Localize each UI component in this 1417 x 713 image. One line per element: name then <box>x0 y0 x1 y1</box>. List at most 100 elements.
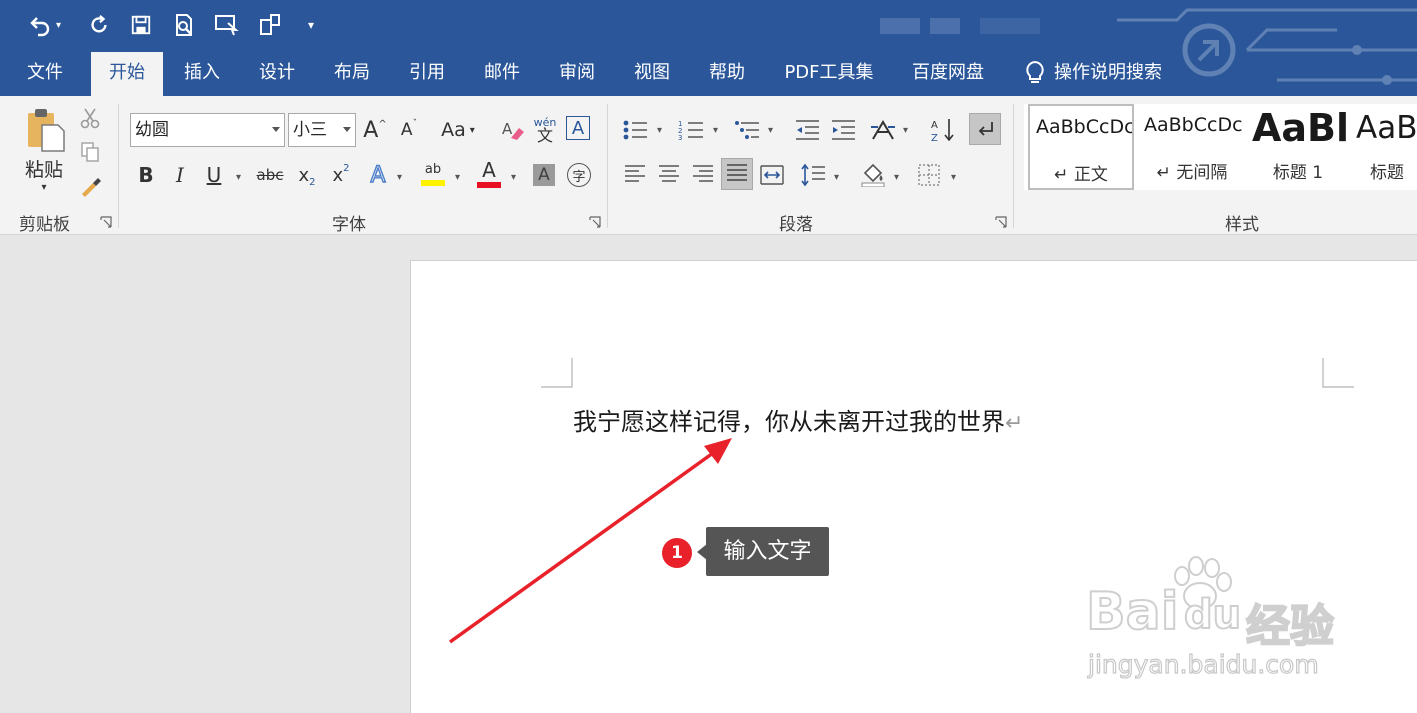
tab-home[interactable]: 开始 <box>91 52 163 96</box>
shading-button[interactable] <box>858 158 888 190</box>
lightbulb-icon <box>1026 60 1044 83</box>
character-shading-button[interactable]: A <box>533 164 555 186</box>
format-painter-button[interactable] <box>78 174 104 198</box>
chevron-down-icon[interactable]: ▾ <box>236 172 241 183</box>
chinese-layout-button[interactable] <box>868 115 898 145</box>
strikethrough-button[interactable]: abc <box>254 160 286 190</box>
chevron-down-icon[interactable]: ▾ <box>768 125 773 136</box>
highlight-color-swatch <box>421 179 445 186</box>
tab-file[interactable]: 文件 <box>14 52 76 96</box>
save-button[interactable] <box>130 10 152 40</box>
shrink-font-button[interactable]: Aˇ <box>396 115 422 145</box>
phonetic-guide-button[interactable]: wén 文 <box>532 113 558 147</box>
undo-dropdown-icon[interactable]: ▾ <box>56 20 61 31</box>
caret-down-icon: ˇ <box>412 119 418 129</box>
font-size-dropdown[interactable]: 小三 <box>288 113 356 147</box>
style-no-spacing[interactable]: AaBbCcDc ↵ 无间隔 <box>1138 104 1246 190</box>
align-center-button[interactable] <box>654 160 684 190</box>
italic-button[interactable]: I <box>168 160 192 190</box>
cut-button[interactable] <box>78 106 102 130</box>
clear-formatting-button[interactable]: A <box>500 115 526 145</box>
tab-pdf-tools[interactable]: PDF工具集 <box>776 52 882 96</box>
font-name-dropdown[interactable]: 幼圆 <box>130 113 285 147</box>
tab-review[interactable]: 审阅 <box>547 52 607 96</box>
subscript-button[interactable]: x2 <box>294 160 320 190</box>
blurred-title-3 <box>980 18 1040 34</box>
svg-text:A: A <box>931 120 938 131</box>
copy-button[interactable] <box>78 140 102 164</box>
chevron-down-icon[interactable]: ▾ <box>455 172 460 183</box>
distributed-button[interactable] <box>757 160 787 190</box>
shrink-font-icon: A <box>400 120 413 140</box>
chevron-down-icon[interactable]: ▾ <box>713 125 718 136</box>
clipboard-launcher-icon[interactable] <box>100 216 112 228</box>
borders-icon <box>918 164 940 186</box>
sort-button[interactable]: AZ <box>928 115 958 145</box>
increase-indent-button[interactable] <box>828 115 858 145</box>
align-right-icon <box>693 165 713 182</box>
undo-button[interactable]: ▾ <box>28 10 61 40</box>
redo-icon <box>91 15 107 33</box>
tab-references[interactable]: 引用 <box>397 52 457 96</box>
circuit-decoration <box>1117 8 1417 85</box>
chevron-down-icon[interactable]: ▾ <box>951 172 956 183</box>
customize-qat-icon[interactable]: ▾ <box>308 10 314 40</box>
clipboard-group-label: 剪贴板 <box>19 215 70 235</box>
change-case-button[interactable]: Aa ▾ <box>436 115 480 145</box>
line-spacing-button[interactable] <box>798 160 828 190</box>
align-left-button[interactable] <box>620 160 650 190</box>
font-launcher-icon[interactable] <box>589 216 601 228</box>
text-effects-button[interactable]: A <box>366 160 390 190</box>
enclose-characters-button[interactable]: 字 <box>567 163 591 187</box>
align-right-button[interactable] <box>688 160 718 190</box>
justify-button[interactable] <box>721 158 753 190</box>
chevron-down-icon[interactable]: ▾ <box>903 125 908 136</box>
paste-label: 粘贴 <box>24 159 63 181</box>
tab-help[interactable]: 帮助 <box>697 52 757 96</box>
tab-design[interactable]: 设计 <box>247 52 307 96</box>
style-heading-1[interactable]: AaBl 标题 1 <box>1248 104 1348 190</box>
print-preview-icon <box>176 14 192 36</box>
show-formatting-marks-button[interactable] <box>969 113 1001 145</box>
watermark-url: jingyan.baidu.com <box>1087 649 1319 679</box>
chevron-down-icon[interactable]: ▾ <box>511 172 516 183</box>
undo-icon <box>30 17 50 37</box>
italic-icon: I <box>176 163 184 187</box>
chevron-down-icon[interactable]: ▾ <box>397 172 402 183</box>
chevron-down-icon[interactable]: ▾ <box>834 172 839 183</box>
tab-baidu-netdisk[interactable]: 百度网盘 <box>904 52 992 96</box>
highlight-button[interactable]: ab <box>420 158 446 190</box>
numbering-icon: 123 <box>678 120 703 141</box>
redo-button[interactable] <box>88 10 110 40</box>
style-title[interactable]: AaB 标题 <box>1350 104 1417 190</box>
bullets-button[interactable] <box>620 115 650 145</box>
character-border-button[interactable]: A <box>566 116 590 140</box>
superscript-button[interactable]: x2 <box>328 160 354 190</box>
paste-button[interactable]: 粘贴 ▾ <box>18 104 70 196</box>
numbering-button[interactable]: 123 <box>676 115 706 145</box>
paragraph-launcher-icon[interactable] <box>995 216 1007 228</box>
strikethrough-icon: abc <box>256 166 284 184</box>
paste-dropdown-icon[interactable]: ▾ <box>41 182 46 193</box>
font-color-button[interactable]: A <box>476 158 502 190</box>
bold-button[interactable]: B <box>134 160 158 190</box>
decrease-indent-button[interactable] <box>792 115 822 145</box>
tab-mailings[interactable]: 邮件 <box>472 52 532 96</box>
scissors-icon <box>80 108 100 129</box>
borders-button[interactable] <box>914 160 944 190</box>
print-preview-button[interactable] <box>172 10 196 40</box>
grow-font-button[interactable]: A ^ <box>362 115 388 145</box>
tab-insert[interactable]: 插入 <box>172 52 232 96</box>
tab-view[interactable]: 视图 <box>622 52 682 96</box>
chevron-down-icon[interactable]: ▾ <box>894 172 899 183</box>
increase-indent-icon <box>832 120 855 140</box>
quick-access-extra-button[interactable] <box>258 10 284 40</box>
tab-layout[interactable]: 布局 <box>322 52 382 96</box>
touch-mode-button[interactable] <box>214 10 240 40</box>
justify-icon <box>727 164 747 181</box>
chevron-down-icon[interactable]: ▾ <box>657 125 662 136</box>
underline-button[interactable]: U <box>202 160 226 190</box>
multilevel-list-button[interactable] <box>732 115 762 145</box>
style-normal[interactable]: AaBbCcDc ↵ 正文 <box>1028 104 1134 190</box>
grow-font-icon: A <box>363 117 379 143</box>
